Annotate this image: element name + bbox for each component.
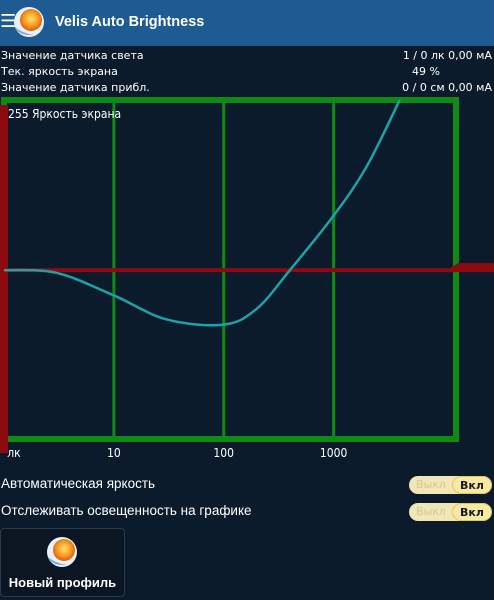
toggle-off-label: Выкл (416, 478, 446, 491)
new-profile-label: Новый профиль (8, 575, 117, 590)
x-tick-label: 10 (107, 446, 121, 460)
proximity-sensor-value: 0 / 0 см 0,00 мА (402, 81, 492, 94)
brightness-row: Тек. яркость экрана 49 % (0, 64, 494, 80)
auto-brightness-row: Автоматическая яркость Выкл Вкл (0, 474, 494, 496)
toggle-off-label: Выкл (416, 505, 446, 518)
track-on-graph-row: Отслеживать освещенность на графике Выкл… (0, 501, 494, 523)
auto-brightness-label: Автоматическая яркость (1, 476, 156, 491)
x-tick-label: 100 (213, 446, 234, 460)
x-tick-label: 1000 (320, 446, 348, 460)
proximity-sensor-label: Значение датчика прибл. (1, 81, 150, 94)
reference-vertical-marker (0, 105, 8, 453)
sun-globe-icon (47, 537, 77, 567)
track-on-graph-label: Отслеживать освещенность на графике (1, 503, 252, 518)
brightness-chart[interactable]: 255 Яркость экрана лк 10 100 1000 (0, 97, 494, 469)
brightness-value: 49 % (412, 65, 440, 78)
sun-globe-icon (14, 7, 44, 37)
toggle-on-label: Вкл (452, 503, 492, 521)
light-sensor-row: Значение датчика света 1 / 0 лк 0,00 мА (0, 48, 494, 64)
app-title: Velis Auto Brightness (55, 14, 205, 30)
x-tick-labels: лк 10 100 1000 (7, 446, 347, 460)
light-sensor-value: 1 / 0 лк 0,00 мА (402, 49, 492, 62)
new-profile-button[interactable]: Новый профиль (0, 528, 125, 597)
brightness-label: Тек. яркость экрана (1, 65, 118, 78)
x-tick-label: лк (7, 446, 21, 460)
reference-end-marker (450, 263, 494, 273)
toggle-on-label: Вкл (452, 476, 492, 494)
brightness-curve (3, 99, 401, 327)
track-on-graph-toggle[interactable]: Выкл Вкл (409, 503, 492, 521)
auto-brightness-toggle[interactable]: Выкл Вкл (409, 476, 492, 494)
proximity-sensor-row: Значение датчика прибл. 0 / 0 см 0,00 мА (0, 80, 494, 96)
app-bar: ☰ Velis Auto Brightness (0, 0, 494, 46)
chart-y-label: 255 Яркость экрана (8, 107, 121, 121)
light-sensor-label: Значение датчика света (1, 49, 144, 62)
